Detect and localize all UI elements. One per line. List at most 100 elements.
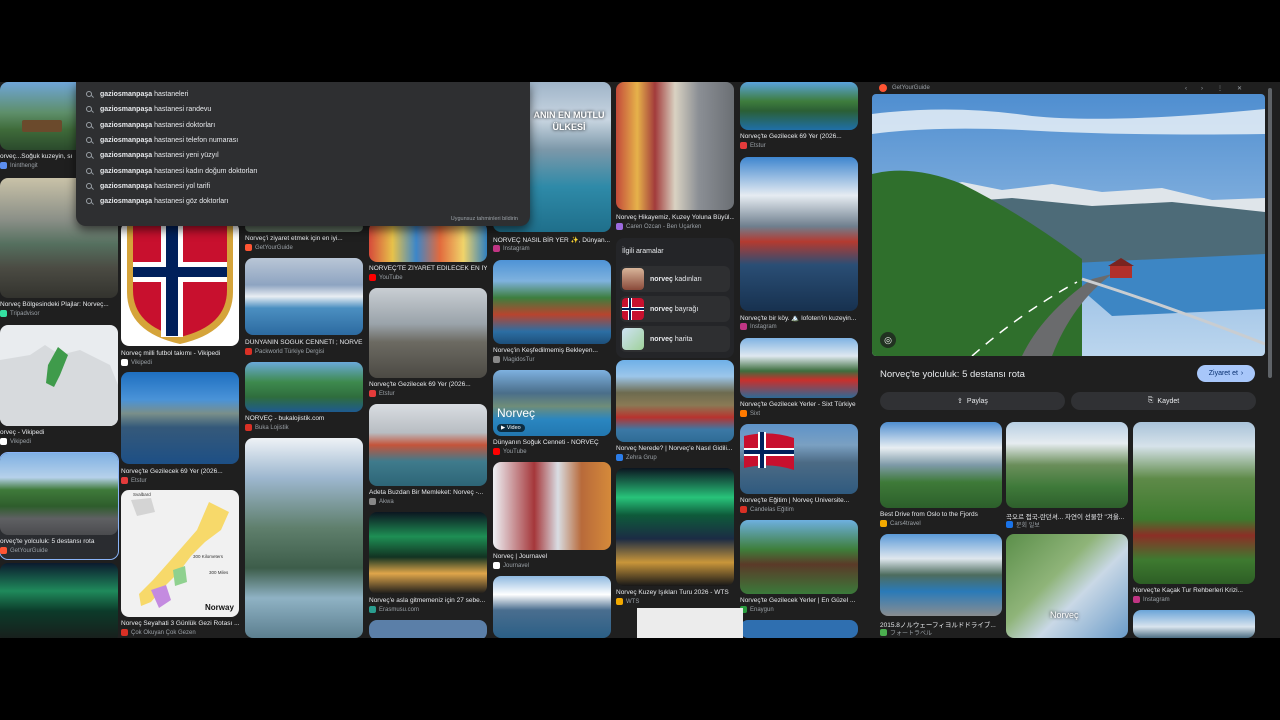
close-icon[interactable]: ✕ (1237, 86, 1256, 92)
result-caption[interactable]: NORVEÇ NASIL BİR YER ✨, Dünyan... (493, 236, 611, 244)
result-thumbnail[interactable] (369, 288, 487, 378)
preview-title[interactable]: Norveç'te yolculuk: 5 destansı rota (880, 369, 1025, 380)
image-result[interactable]: Norveç | Journavel Journavel (493, 462, 611, 572)
result-caption[interactable]: Norveç'te Eğitim | Norveç Üniversite... (740, 497, 858, 504)
result-caption[interactable]: Norveç'i ziyaret etmek için en iyi... (245, 235, 363, 242)
related-image-card[interactable]: Best Drive from Oslo to the Fjords Cars4… (880, 422, 1002, 530)
result-caption[interactable]: Norveç'te Gezilecek 69 Yer (2026... (740, 133, 858, 140)
result-thumbnail[interactable]: Svalbard 300 Kilometers 300 Miles Norway (121, 490, 239, 617)
image-result-selected[interactable]: orveç'te yolculuk: 5 destansı rota GetYo… (0, 452, 119, 560)
result-thumbnail[interactable] (369, 404, 487, 486)
site-name[interactable]: GetYourGuide (892, 85, 930, 91)
related-image-thumbnail[interactable] (1006, 422, 1128, 508)
result-thumbnail[interactable] (245, 362, 363, 412)
image-result[interactable] (493, 576, 611, 638)
result-caption[interactable]: Norveç'te Gezilecek Yerler | En Güzel ..… (740, 597, 858, 604)
suggestion-item[interactable]: gaziosmanpaşa hastanesi randevu (86, 102, 211, 116)
result-caption[interactable]: Norveç Seyahati 3 Günlük Gezi Rotası ... (121, 620, 239, 627)
result-caption[interactable]: Adeta Buzdan Bir Memleket: Norveç -... (369, 489, 487, 496)
result-thumbnail[interactable] (493, 576, 611, 638)
result-caption[interactable]: Norveç Hikayemiz, Kuzey Yoluna Büyül... (616, 214, 734, 221)
result-thumbnail[interactable] (0, 453, 118, 535)
result-caption[interactable]: orveç - Vikipedi (0, 429, 118, 436)
visit-button[interactable]: Ziyaret et › (1197, 365, 1255, 382)
result-thumbnail[interactable] (369, 222, 487, 262)
related-image-caption[interactable]: Norveç'te Kaçak Tur Rehberleri Krizi... (1133, 587, 1255, 594)
image-result[interactable]: Norveç'te Gezilecek 69 Yer (2026... Etst… (369, 288, 487, 400)
related-image-card[interactable]: Norveç'te Kaçak Tur Rehberleri Krizi... … (1133, 422, 1255, 603)
image-result[interactable]: Svalbard 300 Kilometers 300 Miles Norway… (121, 490, 239, 638)
suggestion-item[interactable]: gaziosmanpaşa hastanesi telefon numarası (86, 133, 238, 147)
result-caption[interactable]: Norveç'te Gezilecek 69 Yer (2026... (121, 468, 239, 475)
related-search-bayragi[interactable]: norveç bayrağı (620, 296, 730, 322)
result-thumbnail[interactable] (0, 563, 118, 638)
image-result[interactable] (0, 563, 118, 638)
related-image-thumbnail[interactable] (880, 422, 1002, 508)
image-result[interactable] (369, 620, 487, 638)
result-caption[interactable]: Norveç'te bir köy. 🏔️ lofoten'in kuzeyin… (740, 314, 858, 322)
image-result[interactable]: NORVEÇ'TE ZİYARET EDİLECEK EN İYİ... You… (369, 222, 487, 284)
related-image-thumbnail[interactable] (1133, 610, 1255, 638)
result-thumbnail[interactable] (616, 468, 734, 586)
image-result[interactable]: Norveç ▶ Video Dünyanın Soğuk Cenneti - … (493, 370, 611, 458)
result-thumbnail[interactable] (740, 157, 858, 311)
result-thumbnail[interactable] (740, 520, 858, 594)
related-image-caption[interactable]: Best Drive from Oslo to the Fjords (880, 511, 1002, 518)
image-result[interactable]: Norveç Hikayemiz, Kuzey Yoluna Büyül... … (616, 82, 734, 234)
related-search-kadinlari[interactable]: norveç kadınları (620, 266, 730, 292)
image-result[interactable]: Norveç'e asla gitmemeniz için 27 sebe...… (369, 512, 487, 616)
result-thumbnail[interactable] (493, 260, 611, 344)
image-result[interactable] (740, 620, 858, 638)
scrollbar-thumb[interactable] (1268, 88, 1272, 378)
result-caption[interactable]: orveç'te yolculuk: 5 destansı rota (0, 538, 118, 545)
result-caption[interactable]: Norveç'te Gezilecek Yerler - Sixt Türkiy… (740, 401, 858, 408)
result-caption[interactable]: Norveç Nerede? | Norveç'e Nasıl Gidili..… (616, 445, 734, 452)
result-thumbnail[interactable] (0, 325, 118, 426)
preview-image[interactable]: ◎ (872, 94, 1265, 356)
related-image-thumbnail[interactable] (1133, 422, 1255, 584)
result-caption[interactable]: Norveç Kuzey Işıkları Turu 2026 - WTS (616, 589, 734, 596)
image-result[interactable]: Adeta Buzdan Bir Memleket: Norveç -... A… (369, 404, 487, 508)
image-result[interactable]: Norveç'te Gezilecek 69 Yer (2026... Etst… (121, 372, 239, 486)
related-image-card[interactable]: Norveç (1006, 534, 1128, 638)
suggestion-item[interactable]: gaziosmanpaşa hastanesi kadın doğum dokt… (86, 164, 258, 178)
image-result[interactable]: NORVEÇ - bukalojistik.com Buka Lojistik (245, 362, 363, 434)
result-thumbnail[interactable] (740, 82, 858, 130)
result-thumbnail[interactable] (616, 82, 734, 210)
result-thumbnail[interactable] (740, 338, 858, 398)
result-thumbnail[interactable] (369, 620, 487, 638)
share-button[interactable]: ⇪ Paylaş (880, 392, 1065, 410)
result-caption[interactable]: DÜNYANIN SOĞUK CENNETİ ; NORVE... (245, 339, 363, 346)
image-result[interactable]: Norveç'i ziyaret etmek için en iyi... Ge… (245, 222, 363, 254)
result-caption[interactable]: NORVEÇ'TE ZİYARET EDİLECEK EN İYİ... (369, 265, 487, 272)
save-button[interactable]: ⎘ Kaydet (1071, 392, 1256, 410)
image-result[interactable]: Norveç'te Gezilecek 69 Yer (2026... Etst… (740, 82, 858, 152)
result-thumbnail[interactable] (121, 222, 239, 346)
image-result[interactable]: Norveç Kuzey Işıkları Turu 2026 - WTS WT… (616, 468, 734, 608)
related-image-thumbnail[interactable]: Norveç (1006, 534, 1128, 638)
image-result[interactable]: Norveç'te Gezilecek Yerler | En Güzel ..… (740, 520, 858, 616)
related-image-card[interactable]: 2015.8ノルウェーフィヨルドドライブ... フォートラベル (880, 534, 1002, 638)
image-result[interactable] (245, 438, 363, 638)
result-thumbnail[interactable] (369, 512, 487, 594)
related-image-card[interactable]: 곡오르 접국-란던셔... 자연이 선물한 "겨울... 문회 일보 (1006, 422, 1128, 530)
result-caption[interactable]: NORVEÇ - bukalojistik.com (245, 415, 363, 422)
result-caption[interactable]: Norveç'in Keşfedilmemiş Bekleyen... (493, 347, 611, 354)
prev-icon[interactable]: ‹ (1185, 86, 1201, 92)
result-caption[interactable]: Norveç milli futbol takımı - Vikipedi (121, 350, 239, 357)
image-result[interactable]: Norveç Nerede? | Norveç'e Nasıl Gidili..… (616, 360, 734, 464)
image-result[interactable]: orveç - Vikipedi Vikipedi (0, 325, 118, 449)
related-image-thumbnail[interactable] (880, 534, 1002, 616)
result-thumbnail[interactable] (740, 620, 858, 638)
result-thumbnail[interactable] (121, 372, 239, 464)
related-image-card[interactable] (1133, 610, 1255, 638)
result-thumbnail[interactable] (493, 462, 611, 550)
result-caption[interactable]: Norveç'e asla gitmemeniz için 27 sebe... (369, 597, 487, 604)
result-thumbnail[interactable] (740, 424, 858, 494)
result-thumbnail[interactable] (245, 438, 363, 638)
related-search-harita[interactable]: norveç harita (620, 326, 730, 352)
suggestion-item[interactable]: gaziosmanpaşa hastaneleri (86, 87, 188, 101)
image-result[interactable]: Norveç'te Eğitim | Norveç Üniversite... … (740, 424, 858, 516)
suggestion-item[interactable]: gaziosmanpaşa hastanesi yeni yüzyıl (86, 148, 219, 162)
image-result[interactable]: Norveç milli futbol takımı - Vikipedi Vi… (121, 222, 239, 367)
